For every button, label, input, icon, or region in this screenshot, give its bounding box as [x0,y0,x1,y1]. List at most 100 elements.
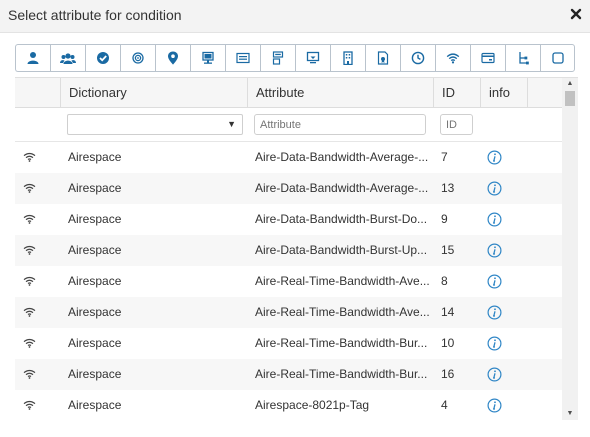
cell-id: 13 [441,181,455,195]
attribute-table: Dictionary Attribute ID info ▼ Airespace… [15,77,578,420]
category-button-endpoint[interactable] [190,44,225,72]
monitor-icon [306,51,320,64]
vertical-scrollbar[interactable]: ▲ ▼ [562,78,578,420]
category-button-certificate[interactable] [365,44,400,72]
category-button-wireless[interactable] [435,44,470,72]
table-row[interactable]: Airespace Aire-Real-Time-Bandwidth-Bur..… [15,328,562,359]
cell-attribute: Aire-Data-Bandwidth-Burst-Do... [255,212,428,226]
info-icon[interactable] [487,181,502,196]
wifi-icon [23,183,36,193]
close-icon[interactable] [568,6,584,22]
category-button-target[interactable] [120,44,155,72]
header-attribute[interactable]: Attribute [247,78,433,107]
table-row[interactable]: Airespace Aire-Real-Time-Bandwidth-Ave..… [15,266,562,297]
header-id[interactable]: ID [433,78,480,107]
info-icon[interactable] [487,398,502,413]
info-icon[interactable] [487,274,502,289]
map-pin-icon [168,51,178,65]
category-button-monitor[interactable] [295,44,330,72]
blank-square-icon [551,52,564,64]
scrollbar-thumb[interactable] [565,91,575,106]
cell-attribute: Airespace-8021p-Tag [255,398,370,412]
cell-attribute: Aire-Data-Bandwidth-Average-... [255,181,429,195]
category-button-check[interactable] [85,44,120,72]
dialog-title: Select attribute for condition [8,7,182,23]
table-row[interactable]: Airespace Aire-Real-Time-Bandwidth-Ave..… [15,297,562,328]
category-button-group[interactable] [50,44,85,72]
cell-id: 9 [441,212,448,226]
cell-dictionary: Airespace [68,181,122,195]
user-icon [27,52,39,64]
cell-id: 8 [441,274,448,288]
wifi-icon [23,276,36,286]
cell-dictionary: Airespace [68,243,122,257]
cell-attribute: Aire-Real-Time-Bandwidth-Bur... [255,336,428,350]
screen-card-icon [236,52,250,64]
category-button-location[interactable] [155,44,190,72]
attribute-filter-input[interactable] [254,114,426,135]
cell-dictionary: Airespace [68,305,122,319]
table-header: Dictionary Attribute ID info [15,78,562,108]
wifi-icon [23,338,36,348]
category-button-other[interactable] [540,44,575,72]
check-circle-icon [97,52,109,64]
info-icon[interactable] [487,367,502,382]
scroll-up-arrow-icon[interactable]: ▲ [562,78,578,90]
table-row[interactable]: Airespace Airespace-8021p-Tag 4 [15,390,562,420]
wifi-icon [23,214,36,224]
table-row[interactable]: Airespace Aire-Data-Bandwidth-Burst-Do..… [15,204,562,235]
cell-dictionary: Airespace [68,274,122,288]
cell-dictionary: Airespace [68,367,122,381]
certificate-icon [377,51,389,65]
category-button-card-reader[interactable] [470,44,505,72]
cell-dictionary: Airespace [68,398,122,412]
table-row[interactable]: Airespace Aire-Data-Bandwidth-Average-..… [15,173,562,204]
cell-id: 7 [441,150,448,164]
table-row[interactable]: Airespace Aire-Data-Bandwidth-Average-..… [15,142,562,173]
category-button-building[interactable] [330,44,365,72]
category-button-time[interactable] [400,44,435,72]
cell-id: 10 [441,336,455,350]
header-info[interactable]: info [480,78,527,107]
cell-attribute: Aire-Data-Bandwidth-Average-... [255,150,429,164]
dialog-titlebar: Select attribute for condition [0,0,590,33]
wifi-icon [23,245,36,255]
clock-icon [411,51,425,65]
info-icon[interactable] [487,305,502,320]
info-icon[interactable] [487,243,502,258]
table-row[interactable]: Airespace Aire-Data-Bandwidth-Burst-Up..… [15,235,562,266]
header-dictionary[interactable]: Dictionary [60,78,247,107]
desktop-icon [202,51,214,64]
info-icon[interactable] [487,336,502,351]
category-button-network-device[interactable] [260,44,295,72]
group-icon [60,53,76,64]
tree-icon [519,52,529,65]
category-button-user[interactable] [15,44,50,72]
cell-attribute: Aire-Data-Bandwidth-Burst-Up... [255,243,428,257]
wifi-icon [446,53,460,64]
wifi-icon [23,400,36,410]
building-icon [343,51,353,65]
cell-dictionary: Airespace [68,336,122,350]
dictionary-filter-select[interactable]: ▼ [67,114,243,135]
cell-id: 16 [441,367,455,381]
card-reader-icon [481,52,495,64]
cell-id: 4 [441,398,448,412]
chevron-down-icon: ▼ [227,119,236,129]
wifi-icon [23,369,36,379]
category-button-hierarchy[interactable] [505,44,540,72]
cell-dictionary: Airespace [68,150,122,164]
scroll-down-arrow-icon[interactable]: ▼ [562,408,578,420]
network-device-icon [272,51,284,65]
id-filter-input[interactable] [440,114,473,135]
cell-dictionary: Airespace [68,212,122,226]
wifi-icon [23,307,36,317]
table-body: Airespace Aire-Data-Bandwidth-Average-..… [15,142,562,420]
category-button-screen-card[interactable] [225,44,260,72]
info-icon[interactable] [487,150,502,165]
header-icon-column [15,78,60,107]
info-icon[interactable] [487,212,502,227]
cell-attribute: Aire-Real-Time-Bandwidth-Ave... [255,274,430,288]
table-row[interactable]: Airespace Aire-Real-Time-Bandwidth-Bur..… [15,359,562,390]
cell-attribute: Aire-Real-Time-Bandwidth-Bur... [255,367,428,381]
